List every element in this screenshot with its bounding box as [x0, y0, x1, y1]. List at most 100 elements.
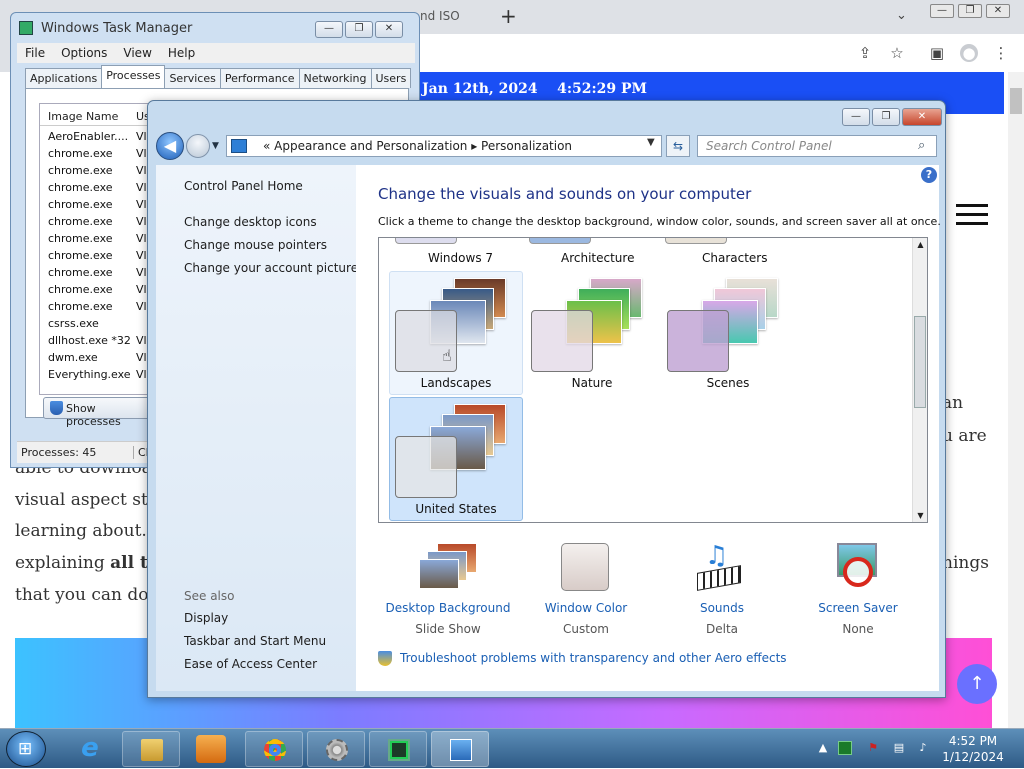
process-name[interactable]: chrome.exe — [48, 300, 113, 313]
clock[interactable]: 4:52 PM 1/12/2024 — [938, 733, 1008, 765]
process-name[interactable]: csrss.exe — [48, 317, 99, 330]
address-dropdown-icon[interactable]: ▼ — [647, 137, 655, 148]
desktop-background-label[interactable]: Desktop Background — [378, 601, 518, 615]
process-name[interactable]: chrome.exe — [48, 164, 113, 177]
screen-saver-option[interactable]: Screen Saver None — [788, 543, 928, 636]
task-manager-button[interactable] — [369, 731, 427, 767]
close-button[interactable]: ✕ — [902, 108, 942, 126]
tab-processes[interactable]: Processes — [101, 65, 166, 88]
media-player-icon[interactable] — [196, 735, 226, 763]
browser-scrollbar-thumb[interactable] — [1010, 88, 1022, 114]
theme-thumbnail[interactable] — [665, 238, 727, 244]
scroll-up-icon[interactable]: ▲ — [913, 240, 927, 249]
troubleshoot-link[interactable]: Troubleshoot problems with transparency … — [378, 651, 787, 666]
ie-icon[interactable]: e — [70, 733, 110, 765]
change-desktop-icons-link[interactable]: Change desktop icons — [184, 215, 317, 229]
theme-thumbnail[interactable] — [529, 238, 591, 244]
browser-minimize-button[interactable]: — — [930, 4, 954, 18]
menu-icon[interactable]: ⋮ — [992, 44, 1010, 62]
help-icon[interactable]: ? — [921, 167, 937, 183]
taskbar-start-menu-link[interactable]: Taskbar and Start Menu — [184, 634, 326, 648]
sounds-label[interactable]: Sounds — [652, 601, 792, 615]
tab-networking[interactable]: Networking — [298, 68, 372, 88]
tab-performance[interactable]: Performance — [219, 68, 300, 88]
process-name[interactable]: chrome.exe — [48, 249, 113, 262]
theme-windows7-label[interactable]: Windows 7 — [428, 251, 493, 265]
search-input[interactable]: Search Control Panel ⌕ — [697, 135, 937, 157]
window-color-label[interactable]: Window Color — [516, 601, 656, 615]
theme-nature[interactable]: Nature — [525, 271, 659, 395]
control-panel-button[interactable] — [431, 731, 489, 767]
browser-scrollbar[interactable] — [1008, 72, 1024, 728]
tab-users[interactable]: Users — [370, 68, 412, 88]
show-processes-button[interactable]: Show processes — [43, 397, 153, 428]
process-name[interactable]: chrome.exe — [48, 215, 113, 228]
theme-characters-label[interactable]: Characters — [702, 251, 768, 265]
maximize-button[interactable]: ❐ — [345, 21, 373, 38]
browser-close-button[interactable]: ✕ — [986, 4, 1010, 18]
process-name[interactable]: dwm.exe — [48, 351, 98, 364]
scroll-down-icon[interactable]: ▼ — [913, 511, 927, 520]
address-bar[interactable]: « Appearance and Personalization ▸ Perso… — [226, 135, 662, 157]
window-color-option[interactable]: Window Color Custom — [516, 543, 656, 636]
process-name[interactable]: chrome.exe — [48, 232, 113, 245]
breadcrumb[interactable]: « Appearance and Personalization ▸ Perso… — [263, 139, 572, 153]
recent-pages-dropdown-icon[interactable]: ▼ — [212, 141, 219, 151]
theme-landscapes[interactable]: ☝ Landscapes — [389, 271, 523, 395]
scroll-to-top-button[interactable]: ↑ — [957, 664, 997, 704]
menu-options[interactable]: Options — [61, 46, 107, 60]
process-name[interactable]: chrome.exe — [48, 198, 113, 211]
theme-thumbnail[interactable] — [395, 238, 457, 244]
browser-maximize-button[interactable]: ❐ — [958, 4, 982, 18]
hamburger-menu-icon[interactable] — [956, 204, 988, 226]
close-button[interactable]: ✕ — [375, 21, 403, 38]
control-panel-home-link[interactable]: Control Panel Home — [184, 179, 303, 193]
process-name[interactable]: Everything.exe — [48, 368, 131, 381]
new-tab-button[interactable]: + — [500, 6, 520, 26]
minimize-button[interactable]: — — [315, 21, 343, 38]
forward-button[interactable] — [186, 134, 210, 158]
share-icon[interactable]: ⇪ — [856, 44, 874, 62]
settings-button[interactable] — [307, 731, 365, 767]
volume-muted-icon[interactable]: ♪ — [916, 741, 930, 755]
menu-view[interactable]: View — [123, 46, 151, 60]
theme-architecture-label[interactable]: Architecture — [561, 251, 634, 265]
star-icon[interactable]: ☆ — [888, 44, 906, 62]
activity-icon[interactable] — [838, 741, 852, 755]
display-link[interactable]: Display — [184, 611, 228, 625]
tab-services[interactable]: Services — [164, 68, 221, 88]
troubleshoot-label[interactable]: Troubleshoot problems with transparency … — [400, 651, 787, 665]
browser-tab[interactable]: nd ISO — [420, 0, 476, 34]
change-account-picture-link[interactable]: Change your account picture — [184, 261, 358, 275]
menu-help[interactable]: Help — [168, 46, 195, 60]
search-icon[interactable]: ⌕ — [918, 138, 925, 153]
process-name[interactable]: chrome.exe — [48, 266, 113, 279]
sounds-option[interactable]: ♫ Sounds Delta — [652, 543, 792, 636]
network-icon[interactable]: ▤ — [892, 741, 906, 755]
profile-icon[interactable]: ● — [960, 44, 978, 62]
minimize-button[interactable]: — — [842, 108, 870, 126]
start-button[interactable]: ⊞ — [6, 731, 46, 767]
back-button[interactable]: ◀ — [156, 132, 184, 160]
explorer-button[interactable] — [122, 731, 180, 767]
process-name[interactable]: chrome.exe — [48, 181, 113, 194]
menu-file[interactable]: File — [25, 46, 45, 60]
desktop-background-option[interactable]: Desktop Background Slide Show — [378, 543, 518, 636]
process-name[interactable]: chrome.exe — [48, 147, 113, 160]
theme-scrollbar-thumb[interactable] — [914, 316, 926, 408]
column-image-name[interactable]: Image Name — [48, 110, 118, 123]
process-name[interactable]: chrome.exe — [48, 283, 113, 296]
action-center-icon[interactable]: ⚑ — [866, 741, 880, 755]
screen-saver-label[interactable]: Screen Saver — [788, 601, 928, 615]
tab-applications[interactable]: Applications — [25, 68, 103, 88]
theme-united-states[interactable]: United States — [389, 397, 523, 521]
change-mouse-pointers-link[interactable]: Change mouse pointers — [184, 238, 327, 252]
sidebar-icon[interactable]: ▣ — [928, 44, 946, 62]
ease-of-access-link[interactable]: Ease of Access Center — [184, 657, 317, 671]
process-name[interactable]: AeroEnabler.... — [48, 130, 128, 143]
chrome-button[interactable] — [245, 731, 303, 767]
tab-search-chevron-icon[interactable]: ⌄ — [896, 8, 907, 23]
process-name[interactable]: dllhost.exe *32 — [48, 334, 131, 347]
show-hidden-icons-icon[interactable]: ▲ — [816, 741, 830, 755]
theme-scenes[interactable]: Scenes — [661, 271, 795, 395]
